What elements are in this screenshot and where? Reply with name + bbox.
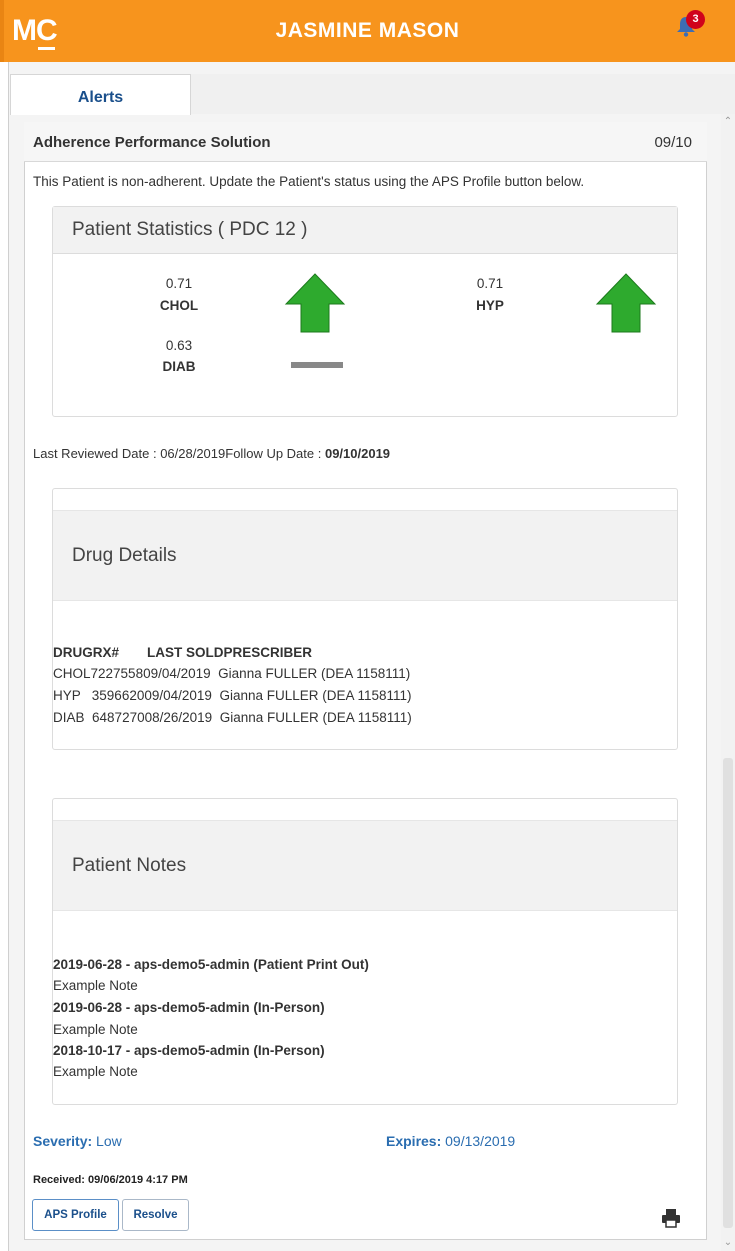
scroll-down-icon[interactable]: ⌄ [723,1237,733,1248]
table-row: CHOL722755809/04/2019 Gianna FULLER (DEA… [53,666,411,681]
review-dates: Last Reviewed Date : 06/28/2019Follow Up… [33,446,390,461]
stat-value-chol: 0.71 [165,276,193,291]
scroll-up-icon[interactable]: ⌃ [723,116,733,127]
received-label: Received: [33,1174,85,1186]
aps-profile-button[interactable]: APS Profile [32,1199,119,1231]
patient-notes-title: Patient Notes [72,855,187,876]
patient-name-title: JASMINE MASON [275,19,460,42]
note-body: Example Note [53,1064,138,1079]
stat-label-chol: CHOL [159,298,199,313]
note-header: 2019-06-28 - aps-demo5-admin (In-Person) [53,1000,325,1015]
last-reviewed-date: 06/28/2019 [160,446,226,461]
stat-value-hyp: 0.71 [476,276,504,291]
received-value: 09/06/2019 4:17 PM [88,1174,188,1186]
printer-icon[interactable] [661,1208,681,1228]
scrollbar-thumb[interactable] [723,758,733,1228]
follow-up-date: 09/10/2019 [324,446,391,461]
severity-label: Severity: [33,1133,93,1149]
note-header: 2018-10-17 - aps-demo5-admin (In-Person) [53,1043,325,1058]
stat-value-diab: 0.63 [165,338,193,353]
resolve-button[interactable]: Resolve [122,1199,189,1231]
notification-badge[interactable]: 3 [686,10,705,29]
expires-label: Expires: [386,1133,442,1149]
tab-alerts[interactable]: Alerts [10,74,191,115]
stat-label-diab: DIAB [162,359,196,374]
received: Received: 09/06/2019 4:17 PM [33,1174,188,1186]
note-body: Example Note [53,1022,138,1037]
flat-line-icon [291,362,343,368]
last-reviewed-label: Last Reviewed Date : [33,446,161,461]
note-body: Example Note [53,978,138,993]
alert-title: Adherence Performance Solution [33,134,271,151]
table-row: HYP 359662009/04/2019 Gianna FULLER (DEA… [53,688,412,703]
expires-value: 09/13/2019 [445,1133,516,1149]
drug-details-title: Drug Details [72,545,177,566]
up-arrow-icon [595,273,657,333]
up-arrow-icon [284,273,346,333]
alert-date: 09/10 [654,134,692,151]
alert-message: This Patient is non-adherent. Update the… [33,174,585,189]
follow-up-label: Follow Up Date : [225,446,325,461]
severity-value: Low [96,1133,122,1149]
table-row: DIAB 648727008/26/2019 Gianna FULLER (DE… [53,710,412,725]
patient-statistics-title: Patient Statistics ( PDC 12 ) [72,219,308,240]
stat-label-hyp: HYP [476,298,504,313]
severity: Severity: Low [33,1133,122,1149]
note-header: 2019-06-28 - aps-demo5-admin (Patient Pr… [53,957,369,972]
expires: Expires: 09/13/2019 [386,1133,515,1149]
drug-column-header: DRUGRX# LAST SOLDPRESCRIBER [53,645,313,660]
